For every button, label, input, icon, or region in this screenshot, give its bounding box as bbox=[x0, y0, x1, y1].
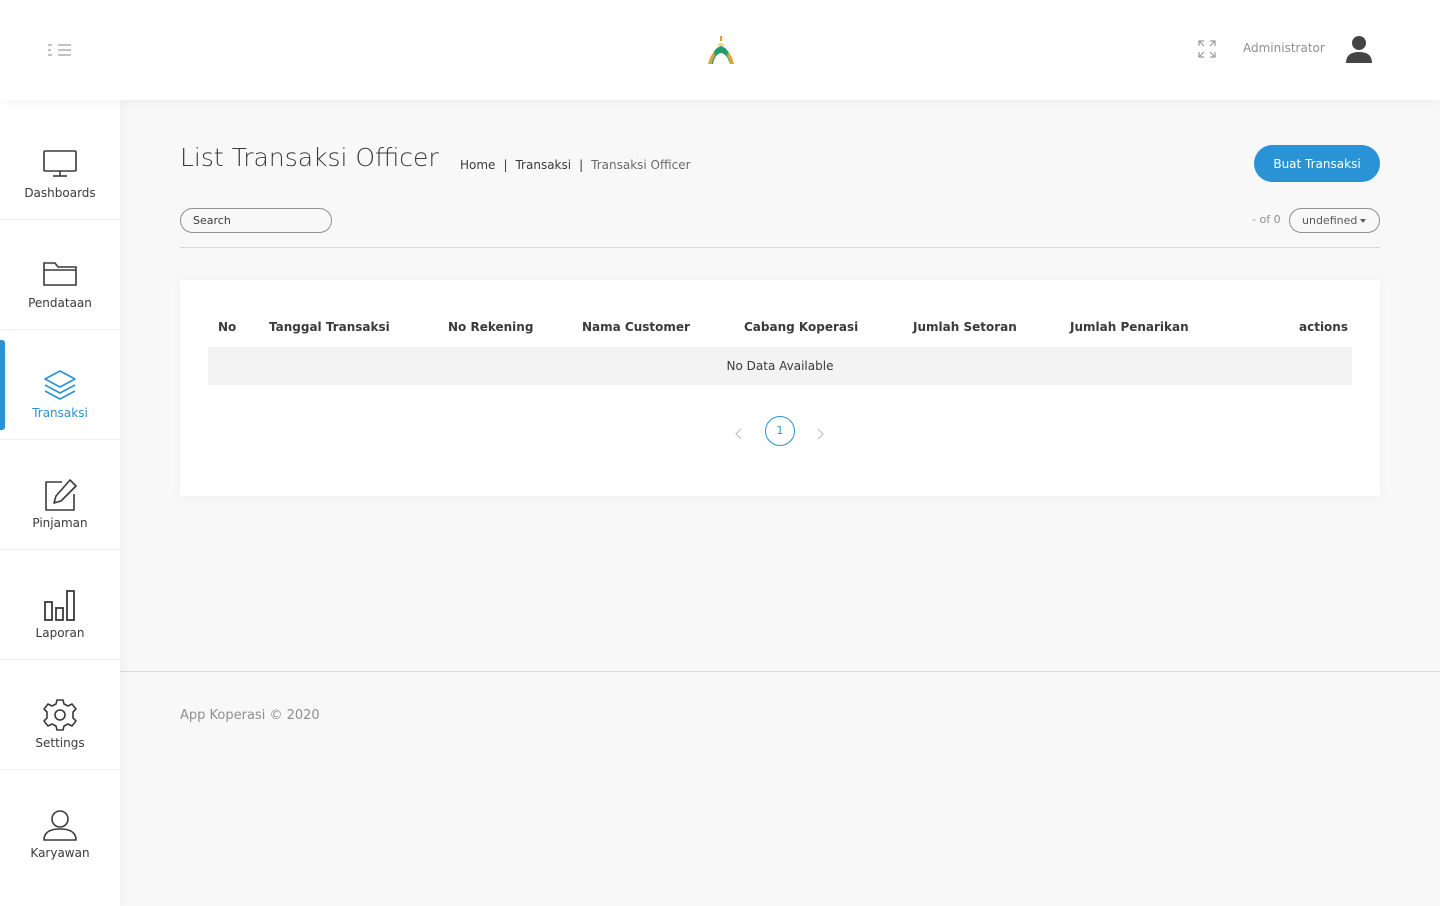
bar-chart-icon bbox=[44, 590, 75, 621]
column-header-penarikan[interactable]: Jumlah Penarikan bbox=[1070, 320, 1189, 334]
user-avatar-icon bbox=[1346, 36, 1372, 63]
footer-copyright: App Koperasi © 2020 bbox=[180, 708, 320, 723]
page-size-value: undefined bbox=[1302, 214, 1358, 227]
sidebar-item-label: Laporan bbox=[35, 626, 85, 640]
breadcrumb: Home | Transaksi | Transaksi Officer bbox=[460, 158, 691, 172]
menu-toggle-icon[interactable] bbox=[44, 38, 76, 62]
chevron-right-icon[interactable] bbox=[814, 426, 826, 440]
breadcrumb-separator: | bbox=[579, 158, 584, 172]
search-input[interactable] bbox=[180, 208, 332, 233]
column-header-tanggal[interactable]: Tanggal Transaksi bbox=[269, 320, 390, 334]
sidebar-item-transaksi[interactable]: Transaksi bbox=[0, 330, 120, 440]
top-bar: Administrator bbox=[0, 0, 1440, 100]
breadcrumb-transaksi[interactable]: Transaksi bbox=[515, 158, 571, 172]
column-header-customer[interactable]: Nama Customer bbox=[582, 320, 690, 334]
pagination-page-1[interactable]: 1 bbox=[765, 416, 795, 446]
transactions-table-card: No Tanggal Transaksi No Rekening Nama Cu… bbox=[180, 280, 1380, 496]
sidebar-item-label: Karyawan bbox=[30, 846, 90, 860]
divider bbox=[180, 247, 1380, 248]
fullscreen-icon[interactable] bbox=[1196, 38, 1218, 60]
column-header-cabang[interactable]: Cabang Koperasi bbox=[744, 320, 858, 334]
page-title: List Transaksi Officer bbox=[180, 143, 439, 172]
sidebar-item-label: Pinjaman bbox=[32, 516, 88, 530]
sidebar-item-pendataan[interactable]: Pendataan bbox=[0, 220, 120, 330]
sidebar-item-label: Pendataan bbox=[28, 296, 92, 310]
user-icon bbox=[43, 810, 77, 841]
breadcrumb-home[interactable]: Home bbox=[460, 158, 495, 172]
chevron-left-icon[interactable] bbox=[733, 426, 745, 440]
sidebar-item-laporan[interactable]: Laporan bbox=[0, 550, 120, 660]
sidebar-item-karyawan[interactable]: Karyawan bbox=[0, 770, 120, 880]
sidebar-item-label: Transaksi bbox=[32, 406, 88, 420]
username-label[interactable]: Administrator bbox=[1243, 41, 1325, 55]
layers-icon bbox=[44, 370, 76, 400]
sidebar-item-dashboards[interactable]: Dashboards bbox=[0, 110, 120, 220]
caret-down-icon bbox=[1360, 219, 1366, 223]
sidebar: Dashboards Pendataan Transaksi Pinjaman bbox=[0, 100, 120, 906]
breadcrumb-separator: | bbox=[503, 158, 508, 172]
column-header-rekening[interactable]: No Rekening bbox=[448, 320, 533, 334]
app-logo-icon bbox=[703, 34, 739, 68]
create-transaction-button[interactable]: Buat Transaksi bbox=[1254, 145, 1380, 182]
sidebar-item-label: Dashboards bbox=[24, 186, 96, 200]
edit-icon bbox=[45, 479, 77, 511]
page-count-label: - of 0 bbox=[1252, 213, 1281, 226]
empty-table-row: No Data Available bbox=[208, 347, 1352, 385]
column-header-no[interactable]: No bbox=[218, 320, 236, 334]
monitor-icon bbox=[43, 150, 77, 177]
sidebar-item-settings[interactable]: Settings bbox=[0, 660, 120, 770]
column-header-setoran[interactable]: Jumlah Setoran bbox=[913, 320, 1017, 334]
active-indicator bbox=[0, 340, 5, 430]
avatar[interactable] bbox=[1342, 32, 1376, 66]
gear-icon bbox=[43, 699, 77, 731]
footer-divider bbox=[120, 671, 1440, 672]
sidebar-item-pinjaman[interactable]: Pinjaman bbox=[0, 440, 120, 550]
page-size-dropdown[interactable]: undefined bbox=[1289, 208, 1380, 233]
sidebar-item-label: Settings bbox=[35, 736, 85, 750]
column-header-actions: actions bbox=[1299, 320, 1348, 334]
folder-icon bbox=[43, 262, 77, 286]
breadcrumb-current: Transaksi Officer bbox=[591, 158, 691, 172]
